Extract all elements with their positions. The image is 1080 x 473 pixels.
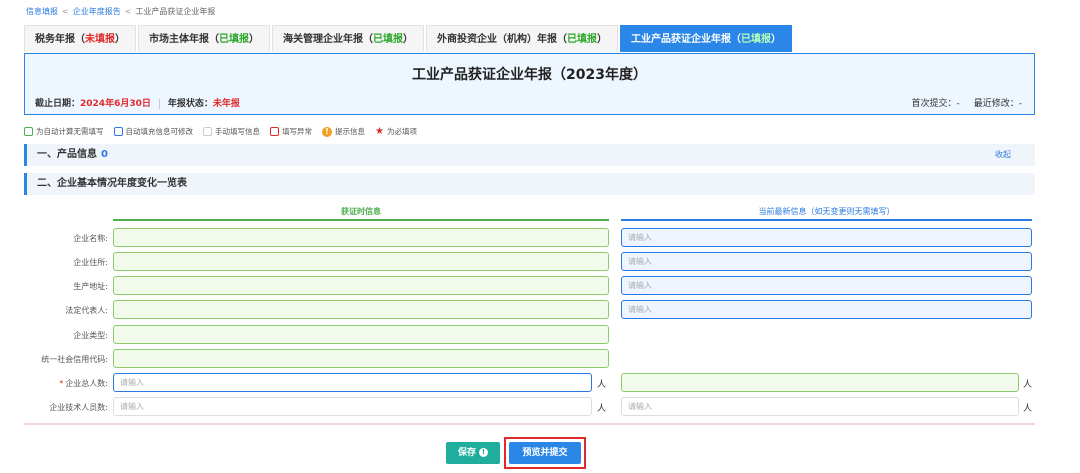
column-header-current: 当前最新信息（如无变更则无需填写） [621, 205, 1032, 221]
breadcrumb-info-fill[interactable]: 信息填报 [26, 7, 58, 16]
label-legal-representative: 法定代表人: [65, 306, 108, 315]
deadline-value: 2024年6月30日 [80, 99, 151, 109]
tab-status: 已填报 [567, 34, 597, 45]
label-total-employees: * 企业总人数: [0, 378, 108, 389]
breadcrumb-separator: < [62, 7, 69, 16]
save-button[interactable]: 保存! [446, 442, 500, 464]
tab-label: 工业产品获证企业年报 [631, 34, 731, 45]
legend-label: 为必填项 [386, 127, 417, 136]
deadline-label: 截止日期： [35, 99, 81, 109]
legend-label: 自动填充信息可修改 [125, 127, 194, 136]
unit-people: 人 [597, 380, 607, 390]
tab-status: 已填报 [741, 34, 771, 45]
label-credit-code: 统一社会信用代码: [41, 355, 108, 364]
divider [158, 98, 160, 109]
total-employees-current-field [621, 373, 1019, 392]
legal-representative-current-input[interactable]: 请输入 [621, 300, 1032, 319]
company-type-certified-field [113, 325, 609, 344]
tech-staff-certified-input[interactable]: 请输入 [113, 397, 592, 416]
company-name-current-input[interactable]: 请输入 [621, 228, 1032, 247]
gray-box-icon [203, 127, 212, 136]
report-header: 工业产品获证企业年报（2023年度） 截止日期：2024年6月30日 年报状态：未… [24, 53, 1035, 115]
legend-manual: 手动填写信息 [203, 126, 260, 137]
tab-foreign-investment-report[interactable]: 外商投资企业（机构）年报（已填报） [426, 25, 618, 52]
production-address-current-input[interactable]: 请输入 [621, 276, 1032, 295]
info-icon: ! [479, 448, 488, 457]
column-header-certified: 获证时信息 [113, 205, 609, 221]
unit-people: 人 [1023, 380, 1033, 390]
section-title: 一、产品信息 [37, 149, 97, 160]
breadcrumb-separator: < [124, 7, 132, 16]
company-address-current-input[interactable]: 请输入 [621, 252, 1032, 271]
status-label: 年报状态： [167, 99, 213, 109]
tab-label: 市场主体年报 [149, 34, 209, 45]
legend-auto-calc: 为自动计算无需填写 [24, 126, 104, 137]
tech-staff-current-input[interactable]: 请输入 [621, 397, 1019, 416]
label-company-name: 企业名称: [73, 234, 108, 243]
preview-submit-button[interactable]: 预览并提交 [509, 442, 581, 464]
company-name-certified-field [113, 228, 609, 247]
breadcrumb-current: 工业产品获证企业年报 [135, 7, 216, 16]
unit-people: 人 [1023, 404, 1033, 414]
required-mark: * [59, 379, 64, 388]
production-address-certified-field [113, 276, 609, 295]
section-basic-info: 二、企业基本情况年度变化一览表 [24, 173, 1035, 195]
section-product-info: 一、产品信息 0 收起 [24, 144, 1035, 166]
legend-label: 提示信息 [335, 127, 365, 136]
legend-hint: ! 提示信息 [322, 126, 365, 137]
report-meta: 截止日期：2024年6月30日 年报状态：未年报 [35, 96, 240, 109]
status-value: 未年报 [212, 99, 240, 109]
label-company-type: 企业类型: [73, 331, 108, 340]
legend-label: 填写异常 [282, 127, 312, 136]
legend-required: ★ 为必填项 [375, 126, 417, 137]
tab-industrial-product-report[interactable]: 工业产品获证企业年报（已填报） [620, 25, 792, 52]
tab-label: 外商投资企业（机构）年报 [437, 34, 557, 45]
star-icon: ★ [375, 126, 384, 137]
warning-icon: ! [322, 126, 332, 137]
breadcrumb-annual-report[interactable]: 企业年度报告 [73, 7, 121, 16]
company-address-certified-field [113, 252, 609, 271]
unit-people: 人 [597, 404, 607, 414]
product-count: 0 [101, 149, 108, 160]
collapse-link[interactable]: 收起 [995, 144, 1011, 166]
legend-error: 填写异常 [270, 126, 312, 137]
label-tech-staff: 企业技术人员数: [49, 403, 108, 412]
legal-representative-certified-field [113, 300, 609, 319]
submit-times: 首次提交：- 最近修改：- [898, 96, 1023, 109]
divider [24, 423, 1035, 425]
tab-status: 已填报 [219, 34, 249, 45]
tab-customs-report[interactable]: 海关管理企业年报（已填报） [272, 25, 424, 52]
total-employees-certified-input[interactable]: 请输入 [113, 373, 592, 392]
label-text: 企业总人数: [65, 379, 108, 388]
tab-label: 海关管理企业年报 [283, 34, 363, 45]
breadcrumb: 信息填报 < 企业年度报告 < 工业产品获证企业年报 [26, 6, 215, 17]
report-tabs: 税务年报（未填报） 市场主体年报（已填报） 海关管理企业年报（已填报） 外商投资… [24, 25, 794, 52]
tab-label: 税务年报 [35, 34, 75, 45]
tab-market-entity-report[interactable]: 市场主体年报（已填报） [138, 25, 270, 52]
label-company-address: 企业住所: [73, 258, 108, 267]
tab-status: 已填报 [373, 34, 403, 45]
red-box-icon [270, 127, 279, 136]
tab-tax-report[interactable]: 税务年报（未填报） [24, 25, 136, 52]
save-label: 保存 [457, 448, 476, 458]
tab-status: 未填报 [85, 34, 115, 45]
credit-code-certified-field [113, 349, 609, 368]
last-modified: 最近修改：- [973, 99, 1022, 109]
section-title: 二、企业基本情况年度变化一览表 [37, 178, 187, 189]
legend-label: 手动填写信息 [215, 127, 260, 136]
label-production-address: 生产地址: [73, 282, 108, 291]
page-title: 工业产品获证企业年报（2023年度） [412, 67, 647, 83]
green-box-icon [24, 127, 33, 136]
legend-auto-fill: 自动填充信息可修改 [113, 126, 194, 137]
field-legend: 为自动计算无需填写 自动填充信息可修改 手动填写信息 填写异常 ! 提示信息 ★ 为… [24, 126, 427, 137]
legend-label: 为自动计算无需填写 [36, 127, 104, 136]
blue-box-icon [113, 127, 123, 136]
annual-report-page: 信息填报 < 企业年度报告 < 工业产品获证企业年报 税务年报（未填报） 市场主体年报（… [0, 0, 1080, 473]
first-submit: 首次提交：- [911, 99, 960, 109]
